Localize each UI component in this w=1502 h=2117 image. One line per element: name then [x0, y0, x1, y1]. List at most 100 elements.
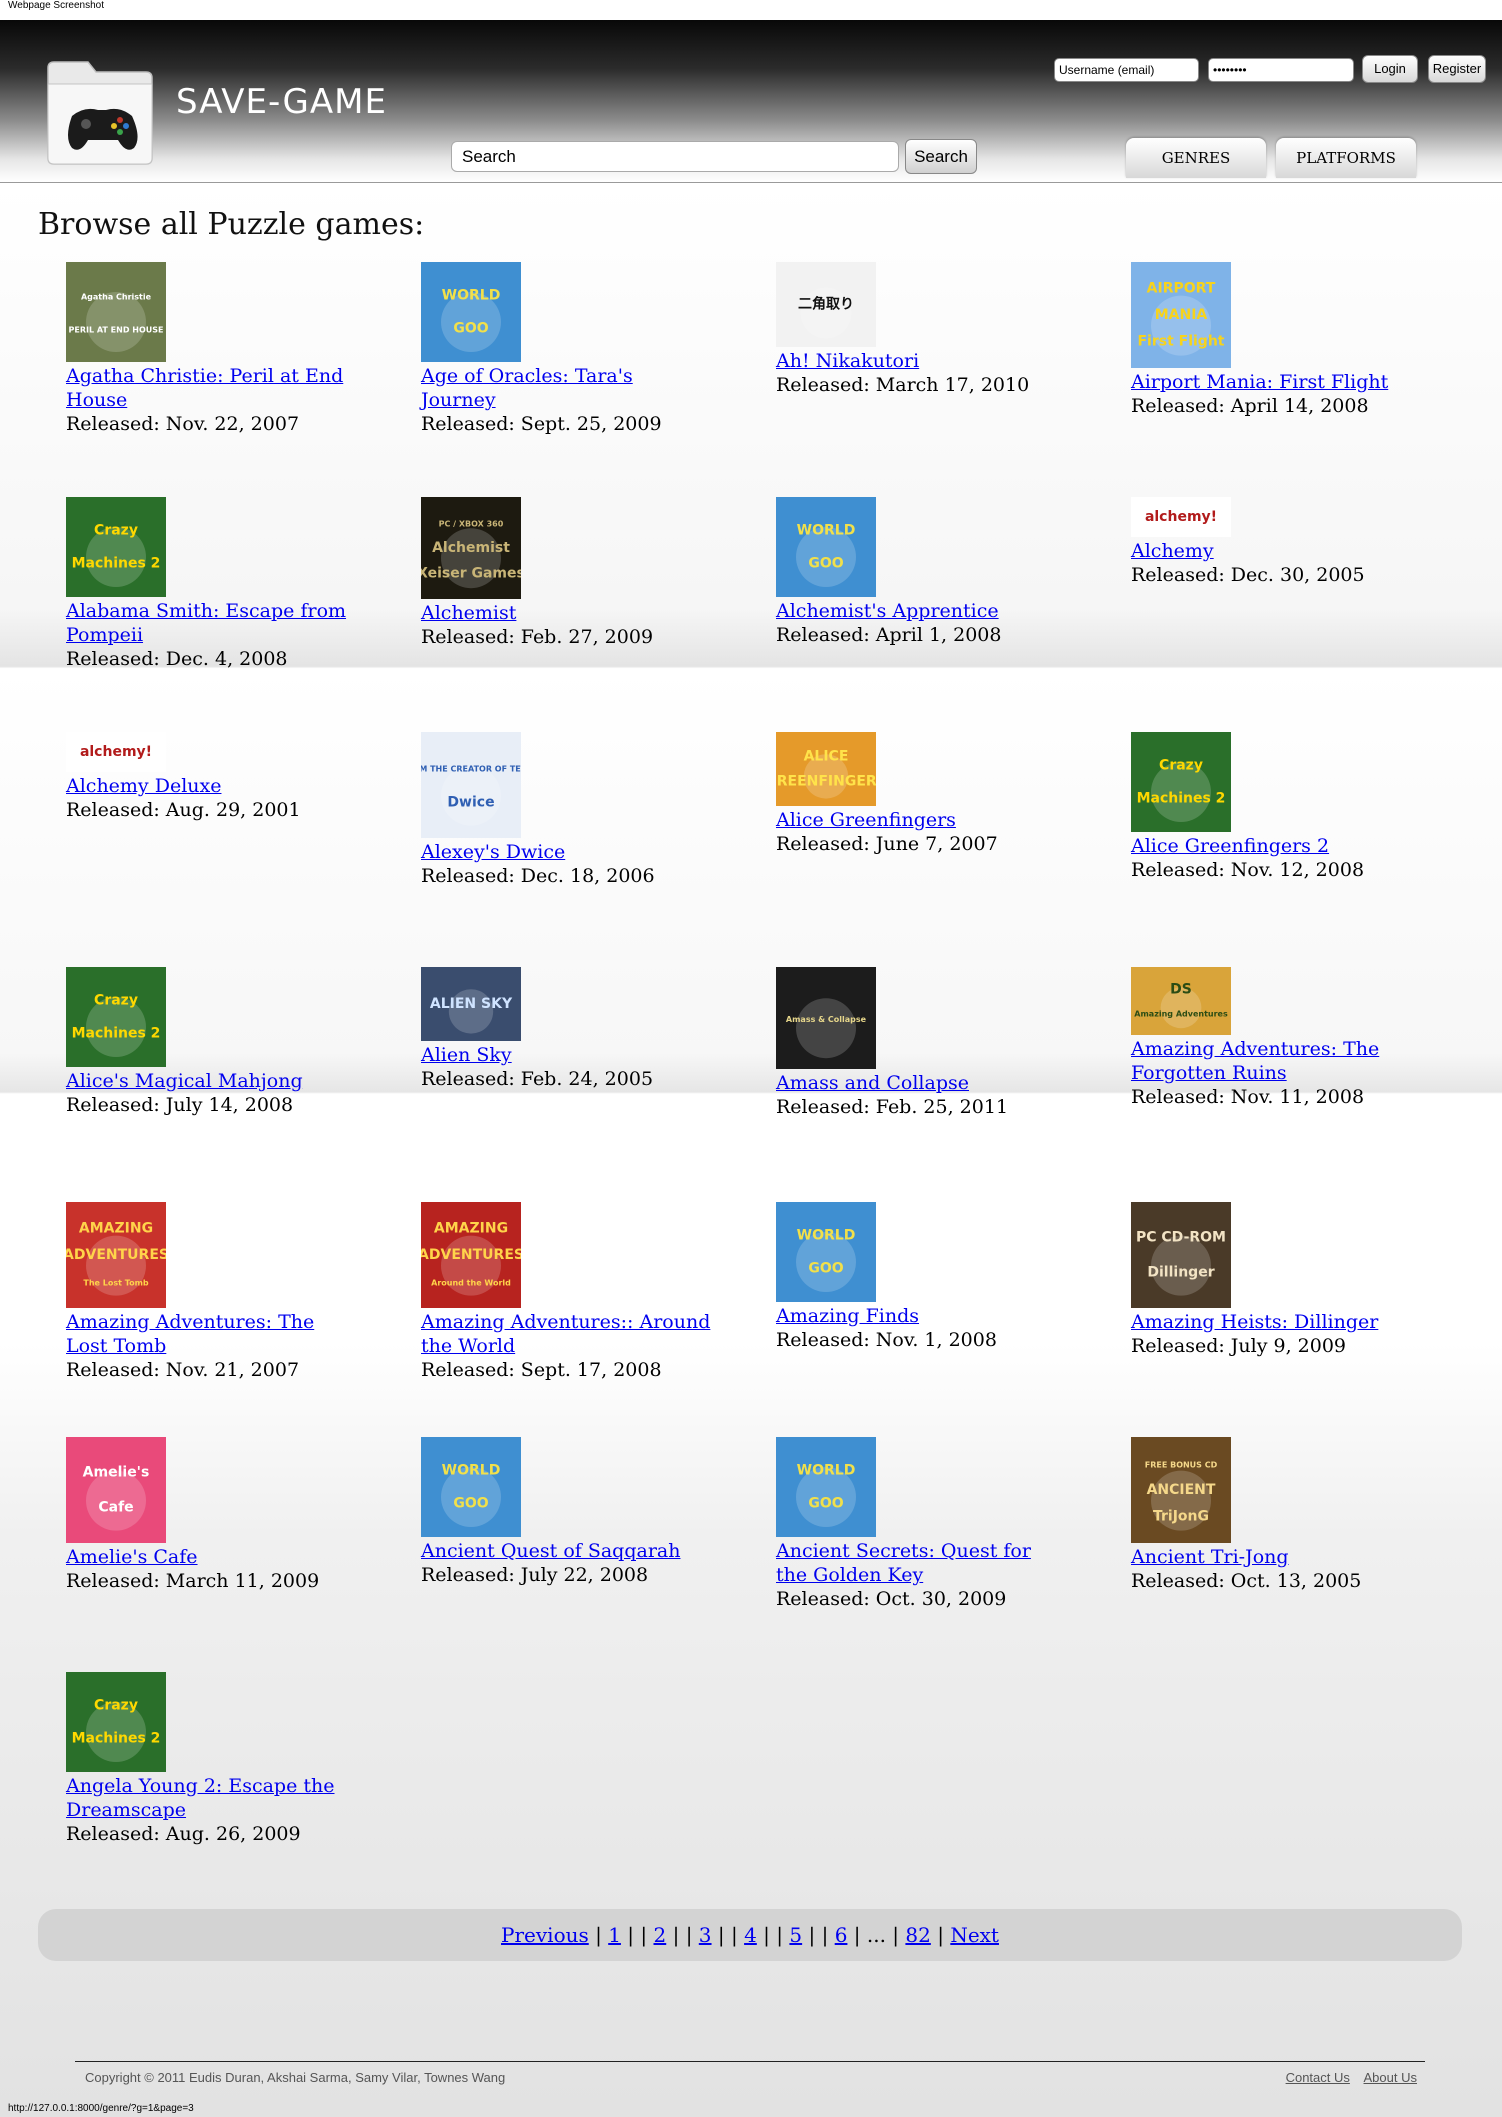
- cover-art-text: FREE BONUS CD: [1145, 1461, 1218, 1470]
- pagination-page-4[interactable]: 4: [744, 1923, 757, 1947]
- game-cover-image[interactable]: ALIEN SKY: [421, 967, 521, 1041]
- cover-art-text: PC / XBOX 360: [439, 520, 504, 529]
- game-title-link[interactable]: Amazing Adventures:: Around the World: [421, 1310, 711, 1358]
- cover-art-text: AIRPORT: [1147, 281, 1216, 297]
- game-release-date: Released: March 17, 2010: [776, 374, 1030, 396]
- game-title-link[interactable]: Airport Mania: First Flight: [1131, 370, 1421, 394]
- game-title-link[interactable]: Agatha Christie: Peril at End House: [66, 364, 356, 412]
- cover-art-text: Machines 2: [72, 556, 161, 572]
- cover-art-text: WORLD: [797, 522, 856, 538]
- game-cover-image[interactable]: AIRPORT MANIA First Flight: [1131, 262, 1231, 368]
- game-title-link[interactable]: Alchemist's Apprentice: [776, 599, 1066, 623]
- game-title-link[interactable]: Ancient Quest of Saqqarah: [421, 1539, 711, 1563]
- game-cover-image[interactable]: FREE BONUS CD ANCIENT TriJonG: [1131, 1437, 1231, 1543]
- game-cover-image[interactable]: WORLD GOO: [776, 1437, 876, 1537]
- game-release-date: Released: Dec. 4, 2008: [66, 648, 288, 670]
- game-cover-image[interactable]: Crazy Machines 2: [66, 1672, 166, 1772]
- game-title-link[interactable]: Alice's Magical Mahjong: [66, 1069, 356, 1093]
- game-title-link[interactable]: Alchemy Deluxe: [66, 774, 356, 798]
- game-item: FROM THE CREATOR OF TETRIS Dwice Alexey's …: [393, 732, 748, 967]
- search-button[interactable]: Search: [905, 139, 977, 174]
- pagination-page-last[interactable]: 82: [905, 1923, 930, 1947]
- footer-link-contact[interactable]: Contact Us: [1286, 2070, 1350, 2085]
- game-title-link[interactable]: Ancient Secrets: Quest for the Golden Ke…: [776, 1539, 1066, 1587]
- game-item: AMAZING ADVENTURES The Lost Tomb Amazing Ad…: [38, 1202, 393, 1437]
- cover-art-text: PERIL AT END HOUSE: [69, 326, 164, 335]
- game-title-link[interactable]: Amazing Heists: Dillinger: [1131, 1310, 1421, 1334]
- cover-art-text: The Lost Tomb: [83, 1279, 149, 1288]
- game-title-link[interactable]: Alien Sky: [421, 1043, 711, 1067]
- game-title-link[interactable]: Amazing Adventures: The Forgotten Ruins: [1131, 1037, 1421, 1085]
- game-title-link[interactable]: Age of Oracles: Tara's Journey: [421, 364, 711, 412]
- pagination-page-1[interactable]: 1: [608, 1923, 621, 1947]
- game-cover-image[interactable]: WORLD GOO: [421, 1437, 521, 1537]
- pagination-ellipsis: ...: [866, 1923, 886, 1947]
- cover-art-text: Machines 2: [72, 1731, 161, 1747]
- game-cover-image[interactable]: Agatha Christie PERIL AT END HOUSE: [66, 262, 166, 362]
- register-button[interactable]: Register: [1428, 55, 1486, 83]
- pagination-page-5[interactable]: 5: [789, 1923, 802, 1947]
- game-cover-image[interactable]: DS Amazing Adventures: [1131, 967, 1231, 1035]
- search-input[interactable]: Search: [451, 141, 899, 172]
- game-cover-image[interactable]: PC / XBOX 360 Alchemist Xeiser Games: [421, 497, 521, 599]
- game-title-link[interactable]: Alice Greenfingers: [776, 808, 1066, 832]
- game-release-date: Released: March 11, 2009: [66, 1570, 320, 1592]
- pagination-next[interactable]: Next: [950, 1923, 999, 1947]
- pagination-previous[interactable]: Previous: [501, 1923, 589, 1947]
- cover-art-text: alchemy!: [1145, 509, 1217, 525]
- game-item: Crazy Machines 2 Alice's Magical Mahjong Re…: [38, 967, 393, 1202]
- pagination-page-3[interactable]: 3: [699, 1923, 712, 1947]
- cover-art-text: GOO: [808, 1496, 843, 1512]
- game-cover-image[interactable]: AMAZING ADVENTURES The Lost Tomb: [66, 1202, 166, 1308]
- cover-art-text: ANCIENT: [1147, 1482, 1216, 1498]
- game-title-link[interactable]: Ah! Nikakutori: [776, 349, 1066, 373]
- game-cover-image[interactable]: Crazy Machines 2: [66, 497, 166, 597]
- game-item: WORLD GOO Alchemist's Apprentice Released: …: [748, 497, 1103, 732]
- game-cover-image[interactable]: AMAZING ADVENTURES Around the World: [421, 1202, 521, 1308]
- gamepad-folder-icon[interactable]: [36, 40, 161, 170]
- cover-art-text: Crazy: [94, 1697, 138, 1713]
- tab-genres[interactable]: GENRES: [1126, 138, 1266, 178]
- game-cover-image[interactable]: WORLD GOO: [776, 497, 876, 597]
- pagination-page-6[interactable]: 6: [835, 1923, 848, 1947]
- username-field[interactable]: Username (email): [1054, 58, 1199, 82]
- cover-art-text: GOO: [453, 1496, 488, 1512]
- game-cover-image[interactable]: WORLD GOO: [776, 1202, 876, 1302]
- game-title-link[interactable]: Alabama Smith: Escape from Pompeii: [66, 599, 356, 647]
- game-cover-image[interactable]: Amelie's Cafe: [66, 1437, 166, 1543]
- game-title-link[interactable]: Ancient Tri-Jong: [1131, 1545, 1421, 1569]
- game-title-link[interactable]: Amazing Adventures: The Lost Tomb: [66, 1310, 356, 1358]
- game-release-date: Released: July 22, 2008: [421, 1564, 649, 1586]
- cover-art-text: DS: [1170, 982, 1192, 998]
- footer-link-about[interactable]: About Us: [1364, 2070, 1417, 2085]
- game-cover-image[interactable]: alchemy!: [1131, 497, 1231, 537]
- game-item: WORLD GOO Age of Oracles: Tara's Journey Re…: [393, 262, 748, 497]
- game-release-date: Released: Nov. 1, 2008: [776, 1329, 997, 1351]
- game-cover-image[interactable]: alchemy!: [66, 732, 166, 772]
- game-title-link[interactable]: Amass and Collapse: [776, 1071, 1066, 1095]
- game-title-link[interactable]: Alchemist: [421, 601, 711, 625]
- game-cover-image[interactable]: PC CD-ROM Dillinger: [1131, 1202, 1231, 1308]
- game-cover-image[interactable]: ALICE GREENFINGERS: [776, 732, 876, 806]
- tab-platforms[interactable]: PLATFORMS: [1276, 138, 1416, 178]
- pagination-page-2[interactable]: 2: [654, 1923, 667, 1947]
- game-cover-image[interactable]: Amass & Collapse: [776, 967, 876, 1069]
- game-cover-image[interactable]: Crazy Machines 2: [1131, 732, 1231, 832]
- cover-art-text: Dwice: [447, 795, 494, 811]
- game-title-link[interactable]: Alchemy: [1131, 539, 1421, 563]
- cover-art-text: Cafe: [98, 1500, 133, 1516]
- site-title[interactable]: SAVE-GAME: [176, 82, 387, 122]
- cover-art-text: Agatha Christie: [81, 292, 152, 301]
- login-button[interactable]: Login: [1362, 55, 1418, 83]
- game-cover-image[interactable]: WORLD GOO: [421, 262, 521, 362]
- game-cover-image[interactable]: 二角取り: [776, 262, 876, 347]
- game-title-link[interactable]: Angela Young 2: Escape the Dreamscape: [66, 1774, 356, 1822]
- game-cover-image[interactable]: FROM THE CREATOR OF TETRIS Dwice: [421, 732, 521, 838]
- game-title-link[interactable]: Amazing Finds: [776, 1304, 1066, 1328]
- password-field[interactable]: ••••••••: [1208, 58, 1354, 82]
- game-title-link[interactable]: Alexey's Dwice: [421, 840, 711, 864]
- cover-art-text: MANIA: [1155, 307, 1208, 323]
- game-title-link[interactable]: Alice Greenfingers 2: [1131, 834, 1421, 858]
- game-title-link[interactable]: Amelie's Cafe: [66, 1545, 356, 1569]
- game-cover-image[interactable]: Crazy Machines 2: [66, 967, 166, 1067]
